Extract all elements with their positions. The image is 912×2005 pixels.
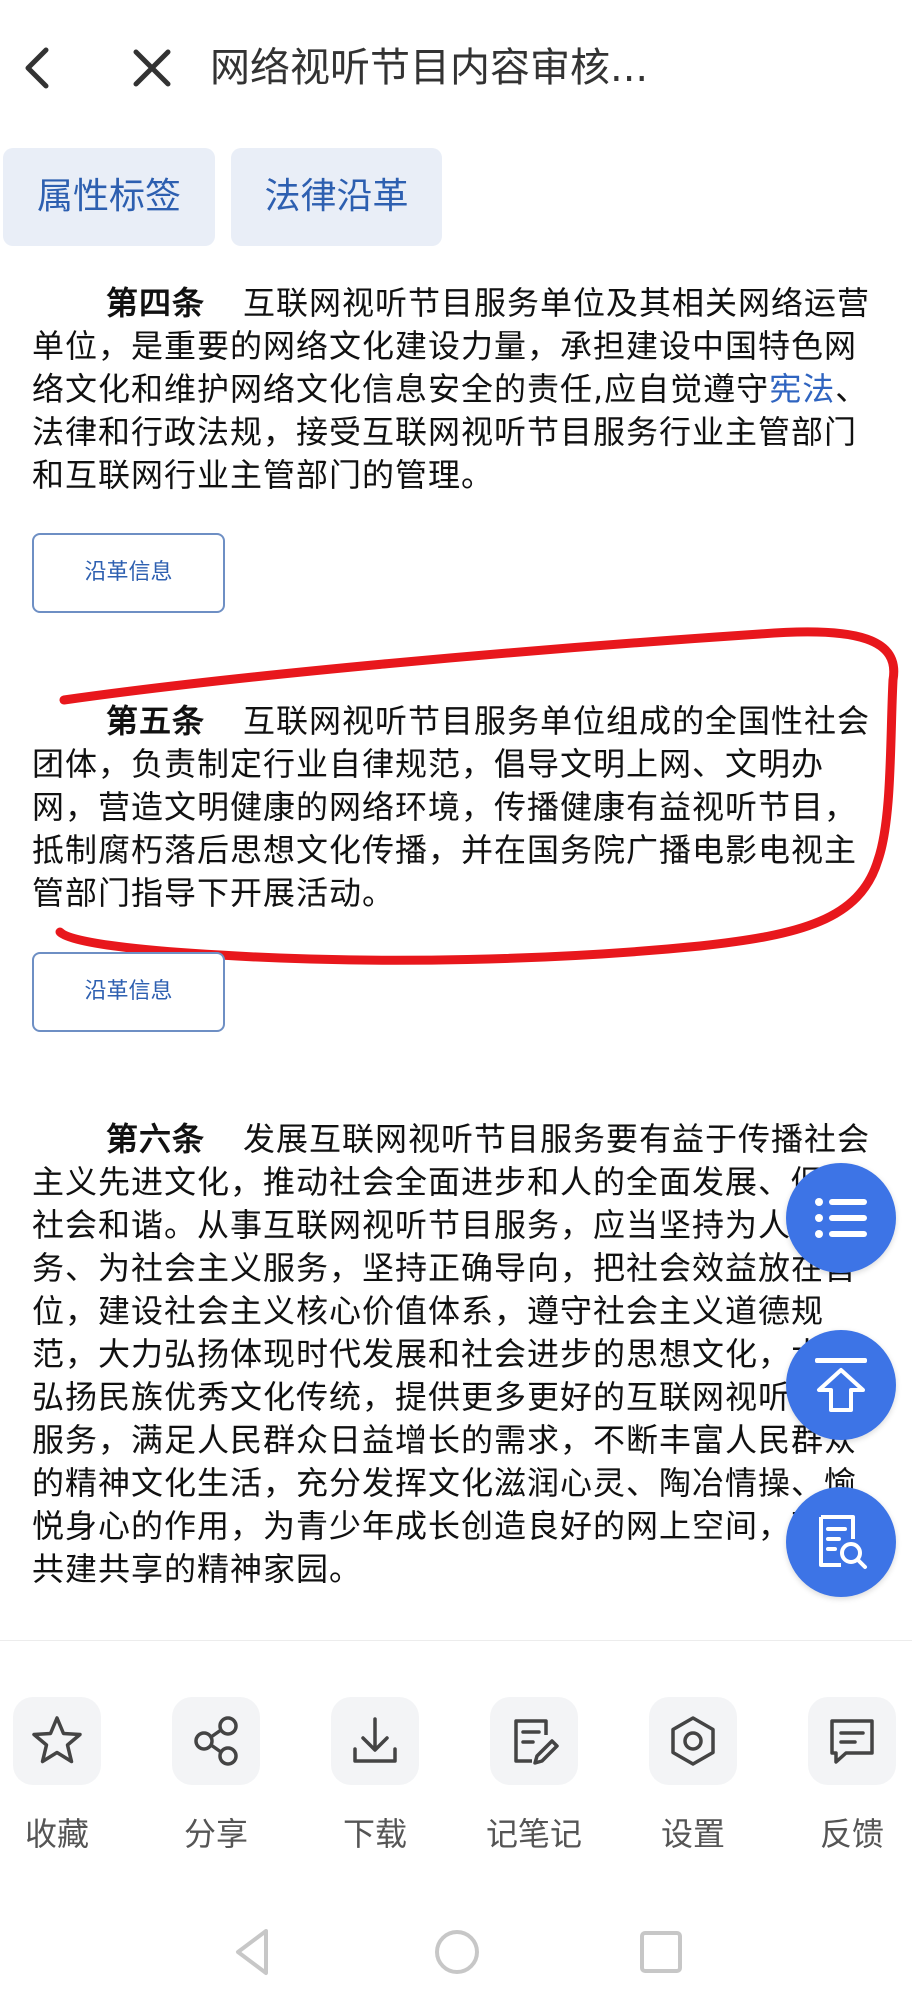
toolbar-label: 反馈 — [819, 1815, 884, 1853]
star-icon — [32, 1716, 82, 1764]
history-info-button[interactable]: 沿革信息 — [32, 952, 225, 1032]
close-icon — [133, 49, 171, 87]
settings-icon — [671, 1716, 715, 1766]
toolbar-label: 设置 — [660, 1815, 725, 1853]
document-search-icon — [819, 1515, 867, 1569]
article-4: 第四条 互联网视听节目服务单位及其相关网络运营单位，是重要的网络文化建设力量，承担… — [32, 282, 880, 497]
close-button[interactable] — [124, 40, 180, 96]
list-icon — [815, 1198, 867, 1238]
toolbar-label: 收藏 — [24, 1815, 89, 1853]
feedback-button[interactable]: 反馈 — [797, 1697, 907, 1867]
article-number: 第六条 — [106, 1120, 206, 1158]
toolbar-label: 下载 — [342, 1815, 407, 1853]
tab-attribute-tags[interactable]: 属性标签 — [3, 148, 215, 246]
article-text: 发展互联网视听节目服务要有益于传播社会主义先进文化，推动社会全面进步和人的全面发… — [32, 1120, 871, 1588]
system-navigation-bar — [0, 1900, 912, 2005]
share-icon — [194, 1716, 238, 1766]
constitution-link[interactable]: 宪法 — [769, 370, 835, 408]
article-5: 第五条 互联网视听节目服务单位组成的全国性社会团体，负责制定行业自律规范，倡导文明… — [32, 700, 880, 915]
tab-legal-history[interactable]: 法律沿革 — [231, 148, 442, 246]
download-icon — [353, 1717, 397, 1763]
system-recent-apps-icon[interactable] — [636, 1925, 686, 1979]
top-bar: 网络视听节目内容审核... — [0, 0, 912, 136]
article-number: 第五条 — [106, 702, 206, 740]
system-back-icon[interactable] — [228, 1925, 278, 1979]
note-edit-icon — [514, 1719, 559, 1765]
back-button[interactable] — [14, 40, 60, 96]
back-to-top-icon — [815, 1358, 867, 1412]
favorite-button[interactable]: 收藏 — [2, 1697, 112, 1867]
page-title: 网络视听节目内容审核... — [210, 45, 649, 91]
share-button[interactable]: 分享 — [161, 1697, 271, 1867]
settings-button[interactable]: 设置 — [638, 1697, 748, 1867]
feedback-icon — [830, 1719, 874, 1764]
article-6: 第六条 发展互联网视听节目服务要有益于传播社会主义先进文化，推动社会全面进步和人的… — [32, 1118, 880, 1591]
bottom-toolbar: 收藏 分享 下载 记笔记 设置 反馈 — [0, 1640, 912, 1890]
system-home-icon[interactable] — [432, 1925, 482, 1979]
toolbar-label: 分享 — [183, 1815, 248, 1853]
back-to-top-button[interactable] — [786, 1330, 896, 1440]
download-button[interactable]: 下载 — [320, 1697, 430, 1867]
history-info-button[interactable]: 沿革信息 — [32, 533, 225, 613]
article-number: 第四条 — [106, 284, 206, 322]
back-arrow-icon — [25, 47, 49, 89]
document-search-button[interactable] — [786, 1487, 896, 1597]
toolbar-label: 记笔记 — [485, 1815, 582, 1853]
table-of-contents-button[interactable] — [786, 1163, 896, 1273]
take-notes-button[interactable]: 记笔记 — [479, 1697, 589, 1867]
